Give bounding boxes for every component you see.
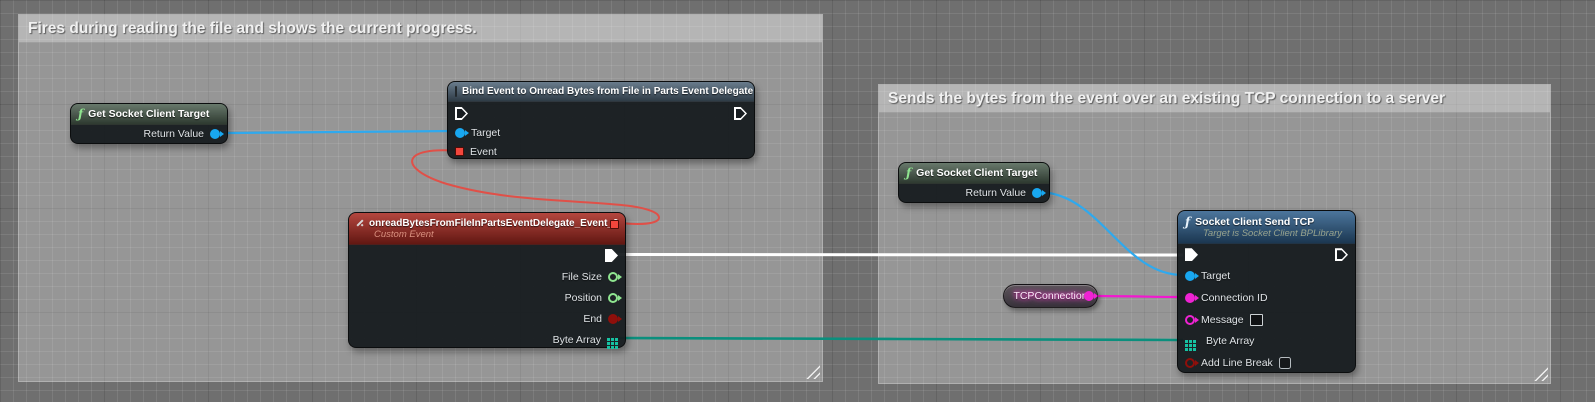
message-pin[interactable]: [1185, 315, 1195, 325]
node-get-socket-client-target[interactable]: ƒ Get Socket Client Target Return Value: [70, 103, 228, 144]
exec-in-pin[interactable]: [455, 107, 468, 120]
node-get-socket-client-target[interactable]: ƒ Get Socket Client Target Return Value: [898, 162, 1050, 203]
exec-out-pin[interactable]: [1335, 248, 1348, 261]
exec-out-pin[interactable]: [605, 249, 618, 262]
node-title: Socket Client Send TCP: [1195, 216, 1314, 228]
pin-label: End: [583, 313, 602, 325]
pin-label: Connection ID: [1201, 292, 1268, 304]
node-header: ƒ Get Socket Client Target: [71, 104, 227, 125]
pin-label: Position: [565, 292, 602, 304]
node-bind-event[interactable]: Bind Event to Onread Bytes from File in …: [447, 81, 755, 159]
bind-event-icon: [455, 86, 457, 97]
node-title: Get Socket Client Target: [916, 167, 1037, 179]
delegate-output-pin[interactable]: [610, 220, 619, 229]
add-line-break-checkbox[interactable]: [1279, 357, 1291, 369]
pin-label: Return Value: [143, 128, 204, 140]
add-line-break-pin[interactable]: [1185, 358, 1195, 368]
pin-label: Target: [1201, 270, 1230, 282]
node-custom-event[interactable]: onreadBytesFromFileInPartsEventDelegate_…: [348, 212, 626, 348]
exec-in-pin[interactable]: [1185, 248, 1198, 261]
pin-label: Byte Array: [1206, 335, 1254, 347]
wire-target-object[interactable]: [216, 131, 454, 133]
pin-label: Return Value: [965, 187, 1026, 199]
node-title: Get Socket Client Target: [88, 108, 209, 120]
file-size-pin[interactable]: [608, 272, 618, 282]
pin-label: Byte Array: [553, 334, 601, 346]
function-icon: ƒ: [1185, 216, 1190, 228]
node-socket-client-send-tcp[interactable]: ƒ Socket Client Send TCP Target is Socke…: [1177, 210, 1356, 373]
byte-array-pin[interactable]: [607, 338, 610, 341]
pin-label: Target: [471, 127, 500, 139]
pin-label: Event: [470, 146, 497, 158]
connection-id-pin[interactable]: [1185, 293, 1195, 303]
target-pin[interactable]: [455, 128, 465, 138]
wire-target-object[interactable]: [1038, 192, 1183, 275]
position-pin[interactable]: [608, 293, 618, 303]
message-text-field[interactable]: [1250, 314, 1263, 326]
node-title: onreadBytesFromFileInPartsEventDelegate_…: [369, 218, 619, 229]
exec-out-pin[interactable]: [734, 107, 747, 120]
wire-byte-array[interactable]: [617, 338, 1183, 340]
pin-label: File Size: [562, 271, 602, 283]
wire-connection-id[interactable]: [1093, 296, 1183, 297]
node-header: onreadBytesFromFileInPartsEventDelegate_…: [349, 213, 625, 245]
byte-array-pin[interactable]: [1185, 340, 1188, 343]
pin-label: Add Line Break: [1201, 357, 1273, 369]
variable-output-pin[interactable]: [1084, 291, 1094, 301]
pure-function-icon: ƒ: [906, 167, 911, 179]
return-value-pin[interactable]: [210, 129, 220, 139]
node-header: Bind Event to Onread Bytes from File in …: [448, 82, 754, 102]
node-variable-tcpconnection[interactable]: TCPConnection: [1003, 284, 1098, 308]
node-title: Bind Event to Onread Bytes from File in …: [462, 86, 753, 97]
wire-exec[interactable]: [617, 255, 1183, 256]
variable-name: TCPConnection: [1013, 290, 1087, 302]
event-delegate-pin[interactable]: [455, 147, 464, 156]
target-pin[interactable]: [1185, 271, 1195, 281]
blueprint-graph-canvas[interactable]: Fires during reading the file and shows …: [0, 0, 1595, 402]
node-header: ƒ Get Socket Client Target: [899, 163, 1049, 184]
pin-label: Message: [1201, 314, 1244, 326]
pure-function-icon: ƒ: [78, 108, 83, 120]
custom-event-icon: [356, 219, 363, 226]
end-pin[interactable]: [608, 314, 618, 324]
node-subtitle: Target is Socket Client BPLibrary: [1203, 228, 1348, 239]
node-header: ƒ Socket Client Send TCP Target is Socke…: [1178, 211, 1355, 244]
return-value-pin[interactable]: [1032, 188, 1042, 198]
node-subtitle: Custom Event: [374, 229, 618, 240]
